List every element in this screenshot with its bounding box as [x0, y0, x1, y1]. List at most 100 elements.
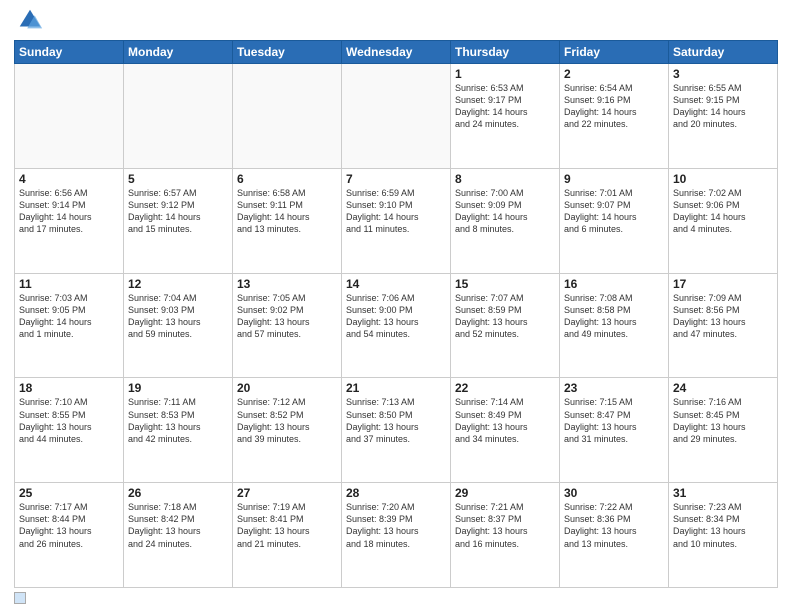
day-info: Sunrise: 7:11 AM Sunset: 8:53 PM Dayligh…: [128, 396, 228, 445]
day-info: Sunrise: 7:16 AM Sunset: 8:45 PM Dayligh…: [673, 396, 773, 445]
day-info: Sunrise: 7:14 AM Sunset: 8:49 PM Dayligh…: [455, 396, 555, 445]
day-number: 18: [19, 381, 119, 395]
calendar-cell: 3Sunrise: 6:55 AM Sunset: 9:15 PM Daylig…: [669, 64, 778, 169]
calendar-cell: 12Sunrise: 7:04 AM Sunset: 9:03 PM Dayli…: [124, 273, 233, 378]
day-number: 11: [19, 277, 119, 291]
day-number: 5: [128, 172, 228, 186]
calendar-cell: 30Sunrise: 7:22 AM Sunset: 8:36 PM Dayli…: [560, 483, 669, 588]
calendar-cell: 18Sunrise: 7:10 AM Sunset: 8:55 PM Dayli…: [15, 378, 124, 483]
calendar-week-4: 18Sunrise: 7:10 AM Sunset: 8:55 PM Dayli…: [15, 378, 778, 483]
day-number: 13: [237, 277, 337, 291]
day-info: Sunrise: 7:02 AM Sunset: 9:06 PM Dayligh…: [673, 187, 773, 236]
calendar-cell: 13Sunrise: 7:05 AM Sunset: 9:02 PM Dayli…: [233, 273, 342, 378]
day-info: Sunrise: 6:58 AM Sunset: 9:11 PM Dayligh…: [237, 187, 337, 236]
calendar-cell: 7Sunrise: 6:59 AM Sunset: 9:10 PM Daylig…: [342, 168, 451, 273]
day-info: Sunrise: 6:56 AM Sunset: 9:14 PM Dayligh…: [19, 187, 119, 236]
calendar-cell: 15Sunrise: 7:07 AM Sunset: 8:59 PM Dayli…: [451, 273, 560, 378]
logo-icon: [16, 6, 44, 34]
calendar-cell: 22Sunrise: 7:14 AM Sunset: 8:49 PM Dayli…: [451, 378, 560, 483]
day-header-monday: Monday: [124, 41, 233, 64]
calendar-cell: 28Sunrise: 7:20 AM Sunset: 8:39 PM Dayli…: [342, 483, 451, 588]
day-info: Sunrise: 7:19 AM Sunset: 8:41 PM Dayligh…: [237, 501, 337, 550]
calendar-cell: 31Sunrise: 7:23 AM Sunset: 8:34 PM Dayli…: [669, 483, 778, 588]
day-header-sunday: Sunday: [15, 41, 124, 64]
day-number: 30: [564, 486, 664, 500]
day-number: 26: [128, 486, 228, 500]
calendar-cell: [124, 64, 233, 169]
day-info: Sunrise: 7:09 AM Sunset: 8:56 PM Dayligh…: [673, 292, 773, 341]
day-number: 24: [673, 381, 773, 395]
calendar-cell: 20Sunrise: 7:12 AM Sunset: 8:52 PM Dayli…: [233, 378, 342, 483]
calendar-cell: 16Sunrise: 7:08 AM Sunset: 8:58 PM Dayli…: [560, 273, 669, 378]
day-number: 25: [19, 486, 119, 500]
calendar-cell: 2Sunrise: 6:54 AM Sunset: 9:16 PM Daylig…: [560, 64, 669, 169]
page: SundayMondayTuesdayWednesdayThursdayFrid…: [0, 0, 792, 612]
day-info: Sunrise: 7:20 AM Sunset: 8:39 PM Dayligh…: [346, 501, 446, 550]
calendar-cell: [342, 64, 451, 169]
day-number: 17: [673, 277, 773, 291]
calendar-cell: 17Sunrise: 7:09 AM Sunset: 8:56 PM Dayli…: [669, 273, 778, 378]
day-number: 27: [237, 486, 337, 500]
day-info: Sunrise: 7:21 AM Sunset: 8:37 PM Dayligh…: [455, 501, 555, 550]
day-number: 16: [564, 277, 664, 291]
day-info: Sunrise: 7:17 AM Sunset: 8:44 PM Dayligh…: [19, 501, 119, 550]
day-info: Sunrise: 7:03 AM Sunset: 9:05 PM Dayligh…: [19, 292, 119, 341]
calendar-cell: 10Sunrise: 7:02 AM Sunset: 9:06 PM Dayli…: [669, 168, 778, 273]
calendar-cell: 25Sunrise: 7:17 AM Sunset: 8:44 PM Dayli…: [15, 483, 124, 588]
day-info: Sunrise: 7:05 AM Sunset: 9:02 PM Dayligh…: [237, 292, 337, 341]
calendar-cell: 6Sunrise: 6:58 AM Sunset: 9:11 PM Daylig…: [233, 168, 342, 273]
calendar-cell: 8Sunrise: 7:00 AM Sunset: 9:09 PM Daylig…: [451, 168, 560, 273]
daylight-legend-box: [14, 592, 26, 604]
calendar-week-2: 4Sunrise: 6:56 AM Sunset: 9:14 PM Daylig…: [15, 168, 778, 273]
calendar-cell: 27Sunrise: 7:19 AM Sunset: 8:41 PM Dayli…: [233, 483, 342, 588]
day-info: Sunrise: 6:54 AM Sunset: 9:16 PM Dayligh…: [564, 82, 664, 131]
day-number: 3: [673, 67, 773, 81]
day-header-wednesday: Wednesday: [342, 41, 451, 64]
day-number: 9: [564, 172, 664, 186]
day-number: 12: [128, 277, 228, 291]
day-info: Sunrise: 6:59 AM Sunset: 9:10 PM Dayligh…: [346, 187, 446, 236]
calendar-cell: 26Sunrise: 7:18 AM Sunset: 8:42 PM Dayli…: [124, 483, 233, 588]
day-number: 20: [237, 381, 337, 395]
day-header-friday: Friday: [560, 41, 669, 64]
day-number: 21: [346, 381, 446, 395]
day-number: 4: [19, 172, 119, 186]
day-header-tuesday: Tuesday: [233, 41, 342, 64]
day-info: Sunrise: 7:10 AM Sunset: 8:55 PM Dayligh…: [19, 396, 119, 445]
header: [14, 10, 778, 34]
calendar-cell: [233, 64, 342, 169]
calendar-cell: 4Sunrise: 6:56 AM Sunset: 9:14 PM Daylig…: [15, 168, 124, 273]
footer: [14, 592, 778, 604]
calendar-cell: 23Sunrise: 7:15 AM Sunset: 8:47 PM Dayli…: [560, 378, 669, 483]
day-info: Sunrise: 6:57 AM Sunset: 9:12 PM Dayligh…: [128, 187, 228, 236]
day-number: 8: [455, 172, 555, 186]
calendar-cell: 24Sunrise: 7:16 AM Sunset: 8:45 PM Dayli…: [669, 378, 778, 483]
day-number: 15: [455, 277, 555, 291]
day-number: 22: [455, 381, 555, 395]
day-number: 1: [455, 67, 555, 81]
day-number: 23: [564, 381, 664, 395]
day-info: Sunrise: 7:15 AM Sunset: 8:47 PM Dayligh…: [564, 396, 664, 445]
day-info: Sunrise: 7:07 AM Sunset: 8:59 PM Dayligh…: [455, 292, 555, 341]
day-info: Sunrise: 7:18 AM Sunset: 8:42 PM Dayligh…: [128, 501, 228, 550]
day-header-saturday: Saturday: [669, 41, 778, 64]
day-number: 31: [673, 486, 773, 500]
calendar-cell: 9Sunrise: 7:01 AM Sunset: 9:07 PM Daylig…: [560, 168, 669, 273]
calendar-cell: 29Sunrise: 7:21 AM Sunset: 8:37 PM Dayli…: [451, 483, 560, 588]
logo: [14, 10, 44, 34]
day-info: Sunrise: 7:22 AM Sunset: 8:36 PM Dayligh…: [564, 501, 664, 550]
day-info: Sunrise: 7:06 AM Sunset: 9:00 PM Dayligh…: [346, 292, 446, 341]
day-number: 7: [346, 172, 446, 186]
day-number: 29: [455, 486, 555, 500]
calendar-cell: 5Sunrise: 6:57 AM Sunset: 9:12 PM Daylig…: [124, 168, 233, 273]
calendar-cell: 1Sunrise: 6:53 AM Sunset: 9:17 PM Daylig…: [451, 64, 560, 169]
calendar-table: SundayMondayTuesdayWednesdayThursdayFrid…: [14, 40, 778, 588]
day-info: Sunrise: 7:04 AM Sunset: 9:03 PM Dayligh…: [128, 292, 228, 341]
day-number: 19: [128, 381, 228, 395]
day-info: Sunrise: 7:12 AM Sunset: 8:52 PM Dayligh…: [237, 396, 337, 445]
calendar-week-1: 1Sunrise: 6:53 AM Sunset: 9:17 PM Daylig…: [15, 64, 778, 169]
day-info: Sunrise: 7:23 AM Sunset: 8:34 PM Dayligh…: [673, 501, 773, 550]
day-info: Sunrise: 7:01 AM Sunset: 9:07 PM Dayligh…: [564, 187, 664, 236]
day-info: Sunrise: 7:13 AM Sunset: 8:50 PM Dayligh…: [346, 396, 446, 445]
calendar-cell: 19Sunrise: 7:11 AM Sunset: 8:53 PM Dayli…: [124, 378, 233, 483]
